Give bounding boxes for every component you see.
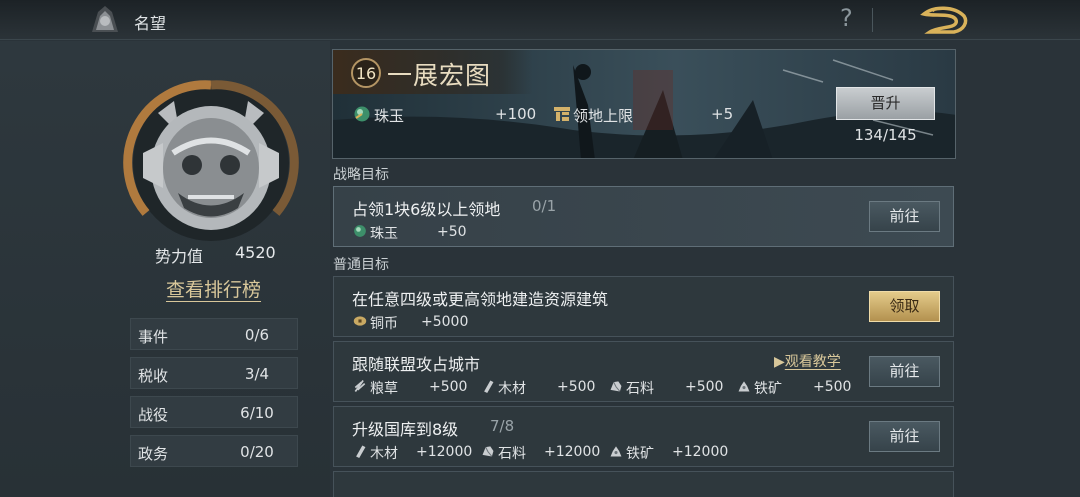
power-value: 4520 [235,243,276,262]
reward-amount: +100 [495,105,537,123]
power-label: 势力值 [155,247,204,266]
goal-progress: 0/1 [532,197,557,215]
stone-icon [482,446,494,457]
reward-amount: +12000 [416,444,473,460]
top-bar: 名望 ? [0,0,1080,40]
watch-tutorial-link[interactable]: ▶观看教学 [774,351,841,371]
stat-name: 税收 [138,367,169,385]
reward-name: 珠玉 [370,226,398,242]
prestige-mask-badge-icon [123,80,299,241]
stat-value: 0/20 [240,443,274,461]
claim-button[interactable]: 领取 [869,291,940,322]
reward-amount: +12000 [544,444,601,460]
copper-coin-icon [353,316,367,326]
reward-amount: +500 [813,379,852,395]
reward-amount: +12000 [672,444,729,460]
goal-title: 占领1块6级以上领地 [352,200,501,219]
go-button[interactable]: 前往 [869,421,940,452]
play-triangle-icon: ▶ [774,354,785,370]
reward-name: 铁矿 [754,381,782,397]
stat-value: 3/4 [244,365,270,383]
section-title-normal: 普通目标 [333,257,389,273]
reward-name: 珠玉 [374,107,405,125]
reward-name: 木材 [498,381,526,397]
normal-goal-card: 跟随联盟攻占城市 ▶观看教学 粮草 +500 木材 +500 石料 +500 铁… [333,341,954,402]
stat-row-battles: 战役 6/10 [130,396,298,428]
tutorial-label: 观看教学 [784,354,841,370]
reward-amount: +500 [429,379,468,395]
stat-value: 6/10 [240,404,274,422]
jade-icon [354,225,366,237]
reward-amount: +500 [685,379,724,395]
stat-value: 0/6 [244,326,270,344]
page-title: 名望 [134,14,167,33]
normal-goal-card: 升级国库到8级 7/8 木材 +12000 石料 +12000 铁矿 +1200… [333,406,954,467]
reward-amount: +5000 [421,314,469,330]
prestige-emblem-icon [92,6,118,32]
goal-title: 跟随联盟攻占城市 [352,355,481,374]
section-title-strategic: 战略目标 [333,167,389,183]
jade-icon [354,106,370,122]
reward-amount: +5 [711,105,734,123]
back-dragon-icon[interactable] [920,4,970,36]
reward-name: 石料 [626,381,654,397]
go-button[interactable]: 前往 [869,356,940,387]
goal-title: 在任意四级或更高领地建造资源建筑 [352,290,609,309]
stone-icon [610,381,622,392]
iron-ore-icon [610,446,622,457]
rank-title: 一展宏图 [387,61,492,90]
stat-row-events: 事件 0/6 [130,318,298,350]
stat-name: 政务 [138,445,169,463]
normal-goal-card: 在任意四级或更高领地建造资源建筑 铜币 +5000 领取 [333,276,954,337]
territory-cap-icon [554,107,570,121]
promotion-progress: 134/145 [854,126,917,144]
divider [872,8,873,32]
reward-name: 石料 [498,446,526,462]
reward-amount: +50 [437,224,467,240]
strategic-goal-card: 占领1块6级以上领地 0/1 珠玉 +50 前往 [333,186,954,247]
normal-goal-card-partial [333,471,954,497]
reward-name: 粮草 [370,381,398,397]
help-icon[interactable]: ? [840,4,853,32]
stat-name: 战役 [138,406,169,424]
iron-ore-icon [738,381,750,392]
goal-progress: 7/8 [490,417,515,435]
promote-button[interactable]: 晋升 [836,87,935,120]
goal-title: 升级国库到8级 [352,420,459,439]
reward-name: 领地上限 [573,107,634,125]
wood-icon [484,380,494,393]
go-button[interactable]: 前往 [869,201,940,232]
wood-icon [356,445,366,458]
reward-name: 铜币 [370,316,398,332]
stat-name: 事件 [138,328,169,346]
level-badge: 16 [351,58,381,88]
reward-name: 木材 [370,446,398,462]
view-ranking-link[interactable]: 查看排行榜 [166,275,261,302]
grain-icon [354,380,366,392]
stat-row-tax: 税收 3/4 [130,357,298,389]
reward-amount: +500 [557,379,596,395]
reward-name: 铁矿 [626,446,654,462]
stat-row-affairs: 政务 0/20 [130,435,298,467]
